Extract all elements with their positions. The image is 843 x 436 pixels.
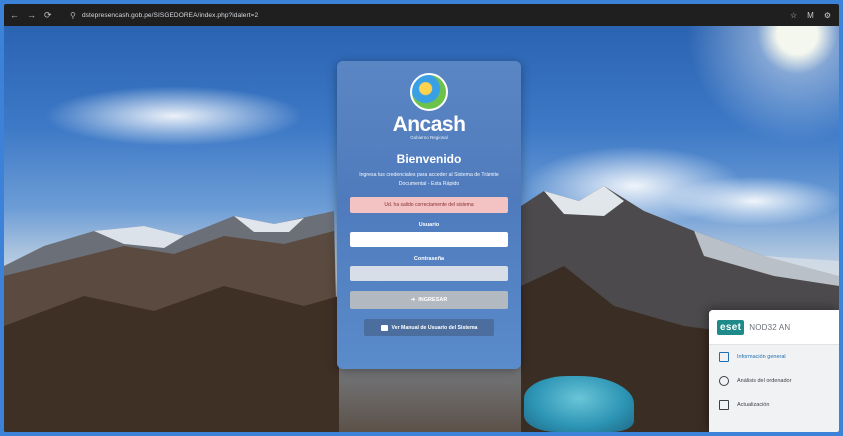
login-card: Ancash Gobierno Regional Bienvenido Ingr… xyxy=(337,61,521,369)
logout-alert-text: Ud. ha salido correctamente del sistema xyxy=(384,202,474,208)
bookmark-star-icon[interactable]: ☆ xyxy=(790,11,797,20)
login-button[interactable]: ➜ INGRESAR xyxy=(350,291,508,309)
logo-title: Ancash xyxy=(392,113,466,136)
eset-menu-label: Información general xyxy=(737,354,786,360)
site-info-icon[interactable]: ⚲ xyxy=(70,11,76,20)
username-label: Usuario xyxy=(418,222,440,228)
password-label: Contraseña xyxy=(413,256,445,262)
address-bar[interactable]: ⚲ dstepresencash.gob.pe/SISGEDOREA/index… xyxy=(70,11,258,20)
back-icon[interactable]: ← xyxy=(10,10,19,21)
forward-icon[interactable]: → xyxy=(27,10,36,21)
reload-icon[interactable]: ⟳ xyxy=(44,10,52,21)
eset-menu-label: Análisis del ordenador xyxy=(737,378,792,384)
update-icon xyxy=(719,400,729,410)
enter-icon: ➜ xyxy=(410,297,416,303)
logout-alert: Ud. ha salido correctamente del sistema xyxy=(350,197,508,213)
eset-product-name: NOD32 AN xyxy=(749,322,791,332)
search-icon xyxy=(719,376,729,386)
password-input[interactable] xyxy=(350,266,508,281)
screen-frame: ← → ⟳ ⚲ dstepresencash.gob.pe/SISGEDOREA… xyxy=(4,4,839,432)
logo-subtitle: Gobierno Regional xyxy=(410,135,448,140)
eset-antivirus-window[interactable]: eset NOD32 AN Información general Anális… xyxy=(709,310,839,432)
eset-menu-update[interactable]: Actualización xyxy=(709,393,839,417)
user-manual-button[interactable]: Ver Manual de Usuario del Sistema xyxy=(364,319,494,336)
eset-menu-overview[interactable]: Información general xyxy=(709,345,839,369)
user-manual-button-label: Ver Manual de Usuario del Sistema xyxy=(391,324,478,331)
eset-menu-label: Actualización xyxy=(737,402,770,408)
url-text[interactable]: dstepresencash.gob.pe/SISGEDOREA/index.p… xyxy=(82,12,258,19)
book-icon xyxy=(380,324,388,331)
welcome-heading: Bienvenido xyxy=(396,152,462,166)
settings-extension-icon[interactable]: ⚙ xyxy=(824,11,831,20)
browser-actions: ☆ M ⚙ xyxy=(790,11,839,20)
gmail-extension-icon[interactable]: M xyxy=(807,11,814,20)
eset-logo: eset xyxy=(717,319,745,335)
login-button-label: INGRESAR xyxy=(418,297,448,303)
login-description: Ingresa tus credenciales para acceder al… xyxy=(359,172,499,187)
lagoon xyxy=(524,376,634,432)
eset-menu-scan[interactable]: Análisis del ordenador xyxy=(709,369,839,393)
dashboard-icon xyxy=(719,352,729,362)
browser-toolbar: ← → ⟳ ⚲ dstepresencash.gob.pe/SISGEDOREA… xyxy=(4,4,839,26)
ancash-emblem-icon xyxy=(410,73,448,111)
username-input[interactable] xyxy=(350,232,508,247)
eset-header: eset NOD32 AN xyxy=(709,310,839,345)
browser-nav: ← → ⟳ xyxy=(4,10,70,21)
